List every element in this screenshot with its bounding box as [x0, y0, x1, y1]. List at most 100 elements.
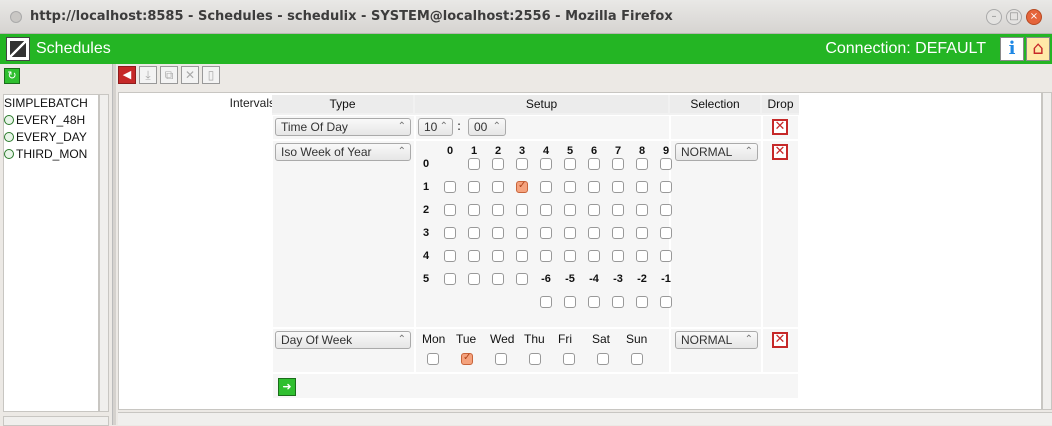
week-neg-checkbox[interactable] — [564, 296, 576, 308]
window-title: http://localhost:8585 - Schedules - sche… — [30, 9, 673, 24]
day-checkbox[interactable] — [495, 353, 507, 365]
week-checkbox[interactable] — [492, 273, 504, 285]
week-checkbox[interactable] — [612, 227, 624, 239]
week-checkbox[interactable] — [516, 158, 528, 170]
week-checkbox[interactable] — [660, 204, 672, 216]
panel-splitter[interactable] — [112, 64, 116, 425]
delete-icon[interactable]: ✕ — [181, 66, 199, 84]
back-arrow-icon[interactable]: ◀ — [118, 66, 136, 84]
week-checkbox[interactable] — [492, 181, 504, 193]
week-checkbox[interactable] — [588, 158, 600, 170]
week-checkbox[interactable] — [660, 227, 672, 239]
day-checkbox[interactable] — [461, 352, 473, 365]
week-checkbox[interactable] — [564, 227, 576, 239]
week-checkbox[interactable] — [444, 204, 456, 216]
selection-select-week[interactable]: NORMAL — [675, 143, 758, 161]
week-checkbox[interactable] — [516, 227, 528, 239]
week-checkbox[interactable] — [636, 181, 648, 193]
week-checkbox[interactable] — [612, 204, 624, 216]
close-icon[interactable]: × — [1026, 9, 1042, 25]
week-col-header: 6 — [590, 145, 598, 157]
week-checkbox[interactable] — [564, 204, 576, 216]
week-neg-checkbox[interactable] — [636, 296, 648, 308]
week-checkbox[interactable] — [612, 250, 624, 262]
selection-select-day[interactable]: NORMAL — [675, 331, 758, 349]
week-neg-checkbox[interactable] — [660, 296, 672, 308]
content-vertical-scrollbar[interactable] — [1042, 92, 1052, 410]
week-neg-checkbox[interactable] — [612, 296, 624, 308]
week-checkbox[interactable] — [468, 250, 480, 262]
day-checkbox[interactable] — [597, 353, 609, 365]
week-checkbox[interactable] — [468, 204, 480, 216]
day-checkbox[interactable] — [631, 353, 643, 365]
week-checkbox[interactable] — [660, 158, 672, 170]
week-neg-checkbox[interactable] — [540, 296, 552, 308]
week-checkbox[interactable] — [540, 204, 552, 216]
week-checkbox[interactable] — [612, 181, 624, 193]
week-checkbox[interactable] — [468, 273, 480, 285]
copy-icon[interactable]: ⧉ — [160, 66, 178, 84]
week-checkbox[interactable] — [444, 181, 456, 193]
week-checkbox[interactable] — [540, 158, 552, 170]
day-checkbox[interactable] — [529, 353, 541, 365]
add-interval-icon[interactable]: ➜ — [278, 378, 296, 396]
minute-select[interactable]: 00 — [468, 118, 506, 136]
week-neg-checkbox[interactable] — [588, 296, 600, 308]
week-checkbox[interactable] — [468, 181, 480, 193]
minimize-icon[interactable]: – — [986, 9, 1002, 25]
week-checkbox[interactable] — [492, 250, 504, 262]
week-checkbox[interactable] — [516, 204, 528, 216]
week-checkbox[interactable] — [444, 273, 456, 285]
drop-row-3-icon[interactable]: ✕ — [772, 332, 788, 348]
week-checkbox[interactable] — [516, 180, 528, 193]
week-checkbox[interactable] — [516, 273, 528, 285]
drop-row-2-icon[interactable]: ✕ — [772, 144, 788, 160]
day-checkbox[interactable] — [563, 353, 575, 365]
info-icon[interactable]: i — [1000, 37, 1024, 61]
week-checkbox[interactable] — [564, 181, 576, 193]
week-checkbox[interactable] — [540, 250, 552, 262]
week-checkbox[interactable] — [492, 204, 504, 216]
week-checkbox[interactable] — [540, 227, 552, 239]
week-checkbox[interactable] — [636, 204, 648, 216]
week-checkbox[interactable] — [636, 227, 648, 239]
week-checkbox[interactable] — [588, 181, 600, 193]
tree-vertical-scrollbar[interactable] — [99, 94, 109, 412]
week-checkbox[interactable] — [612, 158, 624, 170]
week-checkbox[interactable] — [540, 181, 552, 193]
week-checkbox[interactable] — [564, 250, 576, 262]
week-checkbox[interactable] — [444, 250, 456, 262]
week-checkbox[interactable] — [588, 227, 600, 239]
week-checkbox[interactable] — [444, 227, 456, 239]
week-checkbox[interactable] — [492, 158, 504, 170]
week-checkbox[interactable] — [468, 227, 480, 239]
tree-item-root[interactable]: SIMPLEBATCH — [4, 95, 98, 112]
week-checkbox[interactable] — [588, 250, 600, 262]
refresh-icon[interactable]: ↻ — [4, 68, 20, 84]
tree-item[interactable]: EVERY_DAY — [4, 129, 98, 146]
window-menu-icon[interactable] — [10, 10, 22, 23]
week-checkbox[interactable] — [636, 158, 648, 170]
type-select-time-of-day[interactable]: Time Of Day — [275, 118, 411, 136]
home-icon[interactable]: ⌂ — [1026, 37, 1050, 61]
type-select-iso-week[interactable]: Iso Week of Year — [275, 143, 411, 161]
tree-item[interactable]: THIRD_MON — [4, 146, 98, 163]
new-document-icon[interactable]: ▯ — [202, 66, 220, 84]
week-checkbox[interactable] — [516, 250, 528, 262]
week-checkbox[interactable] — [468, 158, 480, 170]
hour-select[interactable]: 10 — [418, 118, 453, 136]
save-icon[interactable]: ⤓ — [139, 66, 157, 84]
week-checkbox[interactable] — [564, 158, 576, 170]
maximize-icon[interactable]: □ — [1006, 9, 1022, 25]
week-checkbox[interactable] — [492, 227, 504, 239]
week-col-header: 7 — [614, 145, 622, 157]
type-select-day-of-week[interactable]: Day Of Week — [275, 331, 411, 349]
week-checkbox[interactable] — [636, 250, 648, 262]
tree-item[interactable]: EVERY_48H — [4, 112, 98, 129]
week-checkbox[interactable] — [660, 250, 672, 262]
drop-row-1-icon[interactable]: ✕ — [772, 119, 788, 135]
week-checkbox[interactable] — [588, 204, 600, 216]
day-checkbox[interactable] — [427, 353, 439, 365]
content-horizontal-scrollbar[interactable] — [118, 412, 1052, 425]
week-checkbox[interactable] — [660, 181, 672, 193]
